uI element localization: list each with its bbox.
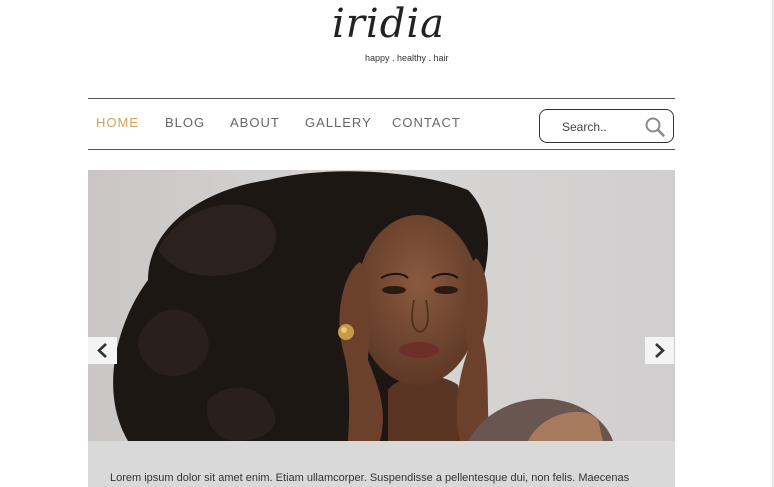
search-box <box>539 109 674 143</box>
slider-prev-button[interactable] <box>88 337 117 364</box>
logo-wordmark: iridia <box>332 1 445 47</box>
nav-item-blog[interactable]: BLOG <box>165 115 205 131</box>
chevron-left-icon <box>97 343 107 358</box>
main-navigation: HOME BLOG ABOUT GALLERY CONTACT <box>88 98 675 150</box>
nav-item-about[interactable]: ABOUT <box>230 115 280 131</box>
search-input[interactable] <box>562 118 642 136</box>
chevron-right-icon <box>655 343 665 358</box>
site-logo[interactable]: iridia happy . healthy . hair <box>326 0 449 70</box>
logo-tagline: happy . healthy . hair <box>365 53 449 63</box>
hero-slide-image <box>88 170 675 441</box>
nav-item-gallery[interactable]: GALLERY <box>305 115 372 131</box>
nav-item-home[interactable]: HOME <box>96 115 139 131</box>
slider-next-button[interactable] <box>645 337 674 364</box>
nav-item-contact[interactable]: CONTACT <box>392 115 461 131</box>
hero-slider <box>88 170 675 441</box>
slide-caption: Lorem ipsum dolor sit amet enim. Etiam u… <box>88 441 675 487</box>
search-icon[interactable] <box>644 116 666 138</box>
caption-text: Lorem ipsum dolor sit amet enim. Etiam u… <box>110 472 630 484</box>
